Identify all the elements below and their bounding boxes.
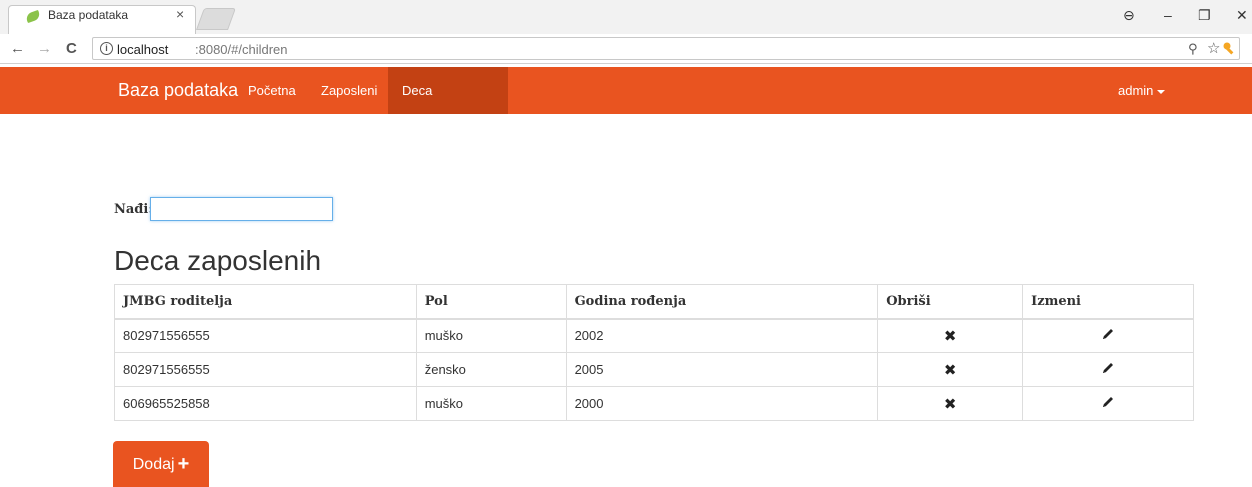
header-godina[interactable]: Godina rođenja [565,284,879,320]
cell-godina: 2002 [565,318,879,353]
cell-jmbg: 606965525858 [114,386,417,421]
bookmark-star-icon[interactable]: ☆ [1207,39,1220,57]
back-button[interactable]: ← [10,40,25,57]
cell-pol: muško [415,318,567,353]
url-path: :8080/#/children [195,42,288,57]
url-host: localhost [117,42,169,57]
app-navbar: Baza podataka Početna Zaposleni Deca zap… [0,67,1252,145]
delete-icon[interactable]: ✖ [944,362,957,379]
nav-link-zaposleni[interactable]: Zaposleni [307,67,391,114]
minimize-button[interactable]: – [1164,7,1172,23]
header-jmbg[interactable]: JMBG roditelja [114,284,417,320]
tab-title: Baza podataka [48,8,129,22]
search-input[interactable] [150,197,333,221]
cell-edit [1022,318,1194,353]
new-tab-button[interactable] [195,8,237,30]
add-button[interactable]: Dodaj + [113,441,209,487]
cell-godina: 2000 [565,386,879,421]
page-title: Deca zaposlenih [114,245,322,276]
tab-close-icon[interactable]: × [176,6,184,22]
cell-edit [1022,352,1194,387]
table-row: 606965525858 muško 2000 ✖ [114,386,1194,421]
cell-delete: ✖ [877,318,1024,353]
delete-icon[interactable]: ✖ [944,396,957,413]
address-bar[interactable]: i localhost :8080/#/children ⚲ ☆ [92,37,1240,60]
pencil-icon[interactable] [1101,327,1115,344]
info-icon[interactable]: i [100,42,113,55]
table-body: 802971556555 muško 2002 ✖ 802971556555 žensko… [114,318,1194,421]
key-icon[interactable]: ⚲ [1188,41,1198,57]
extension-icon[interactable] [1223,42,1237,56]
delete-icon[interactable]: ✖ [944,328,957,345]
reload-button[interactable]: C [66,40,77,57]
close-window-button[interactable]: ✕ [1236,7,1248,24]
caret-down-icon [1157,89,1166,94]
cell-pol: muško [415,386,567,421]
restore-button[interactable]: ❐ [1198,7,1211,24]
cell-delete: ✖ [877,352,1024,387]
cell-pol: žensko [415,352,567,387]
table-row: 802971556555 žensko 2005 ✖ [114,352,1194,387]
header-pol[interactable]: Pol [415,284,567,320]
plus-icon: + [177,453,190,475]
children-table: JMBG roditelja Pol Godina rođenja Obriši… [114,284,1194,421]
profile-icon[interactable]: ⊖ [1123,7,1135,24]
pencil-icon[interactable] [1101,361,1115,378]
navbar-brand[interactable]: Baza podataka [118,80,238,101]
add-button-label: Dodaj [132,456,175,473]
browser-toolbar: ← → C i localhost :8080/#/children ⚲ ☆ [0,34,1252,64]
header-izmeni: Izmeni [1022,284,1194,320]
header-obrisi: Obriši [877,284,1024,320]
forward-button[interactable]: → [37,40,52,57]
cell-godina: 2005 [565,352,879,387]
nav-link-pocetna[interactable]: Početna [234,67,310,114]
cell-jmbg: 802971556555 [114,318,417,353]
user-menu[interactable]: admin [1118,83,1166,98]
cell-delete: ✖ [877,386,1024,421]
nav-link-deca-zaposlenih[interactable]: Deca zaposlenih [388,67,508,145]
cell-jmbg: 802971556555 [114,352,417,387]
pencil-icon[interactable] [1101,395,1115,412]
user-name: admin [1118,83,1154,98]
browser-titlebar: Baza podataka × ⊖ – ❐ ✕ [0,0,1252,34]
table-row: 802971556555 muško 2002 ✖ [114,318,1194,353]
cell-edit [1022,386,1194,421]
search-label: Nađi: [114,202,154,217]
table-header-row: JMBG roditelja Pol Godina rođenja Obriši… [114,284,1194,320]
